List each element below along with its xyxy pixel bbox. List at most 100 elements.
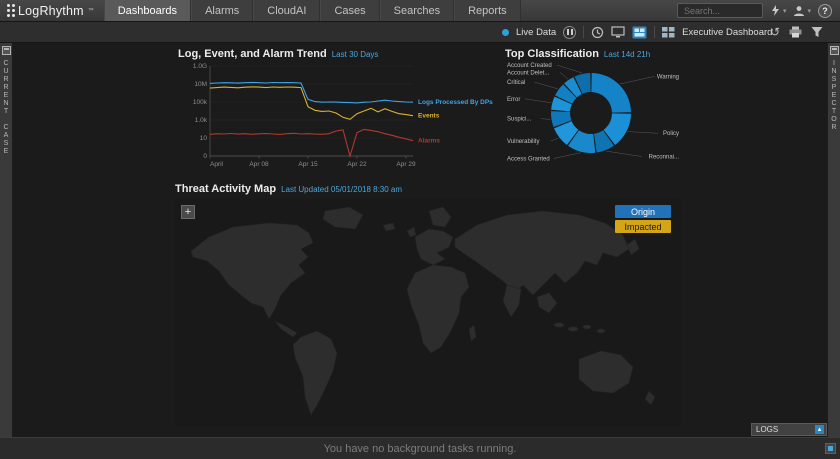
status-bar: You have no background tasks running.: [0, 437, 840, 459]
expand-logs-icon[interactable]: ▴: [815, 425, 824, 434]
presentation-mode-button[interactable]: [611, 26, 625, 38]
dashboard-grid-icon: [632, 26, 647, 39]
executive-dashboard-icon: [662, 27, 675, 38]
live-data-label: Live Data: [516, 27, 556, 38]
toolbar-separator: [583, 26, 584, 38]
current-case-label: CURRENT CASE: [3, 60, 10, 156]
classification-widget: Top Classification Last 14d 21h Account …: [505, 48, 681, 171]
chart-text: Warning: [657, 74, 679, 80]
map-legend: Origin Impacted: [615, 205, 671, 233]
threat-map-subtitle: Last Updated 05/01/2018 8:30 am: [281, 185, 402, 194]
island-indonesia: [568, 327, 578, 331]
classification-donut-svg: Account CreatedAccount Delet... Critical E…: [505, 60, 681, 166]
tab-dashboards[interactable]: Dashboards: [104, 0, 191, 21]
help-button[interactable]: ?: [818, 4, 832, 18]
classification-title: Top Classification: [505, 48, 599, 60]
island-new-zealand: [645, 391, 655, 405]
tab-searches[interactable]: Searches: [380, 0, 454, 21]
chart-text: Logs Processed By DPs: [418, 99, 493, 106]
quick-actions-menu[interactable]: ▾: [770, 5, 787, 16]
dashboard-view-button[interactable]: [632, 26, 647, 39]
chart-text: Account Created: [507, 63, 552, 69]
chart-text: 1.0k: [195, 117, 208, 124]
chevron-down-icon: ▾: [783, 7, 787, 15]
island-greenland: [323, 207, 363, 229]
tab-cloudai[interactable]: CloudAI: [253, 0, 320, 21]
logo-trademark: ™: [88, 8, 94, 14]
background-tasks-message: You have no background tasks running.: [324, 443, 517, 455]
dashboard-toolbar: Live Data: [0, 22, 840, 43]
chart-text: Apr 29: [396, 161, 416, 168]
continent-north-america: [191, 223, 313, 319]
user-menu[interactable]: ▾: [793, 5, 811, 17]
chart-text: Suspici...: [507, 117, 532, 123]
chart-text: Access Granted: [507, 156, 550, 162]
island-japan: [627, 239, 639, 255]
time-range-button[interactable]: [591, 26, 604, 39]
label-leader-line: [541, 119, 551, 120]
chart-text: Critical: [507, 80, 525, 86]
region-southeast-asia: [537, 293, 557, 313]
inspector-panel-tab[interactable]: INSPECTOR: [827, 43, 840, 437]
chart-text: Account Delet...: [507, 70, 550, 76]
legend-origin-button[interactable]: Origin: [615, 205, 671, 218]
search-box[interactable]: [677, 3, 763, 18]
chart-text: Apr 15: [298, 161, 318, 168]
series-line-logs-processed-by-dps: [210, 82, 413, 103]
chart-text: 100k: [193, 99, 208, 106]
logo-text: LogRhythm: [18, 4, 84, 18]
continent-australia: [579, 351, 633, 393]
label-leader-line: [535, 82, 558, 89]
map-zoom-in-button[interactable]: +: [181, 205, 195, 219]
print-button[interactable]: [789, 26, 802, 38]
label-leader-line: [525, 99, 551, 103]
label-leader-line: [620, 76, 655, 84]
island-iceland: [383, 223, 395, 231]
region-scandinavia: [429, 207, 451, 227]
search-input[interactable]: [682, 5, 758, 17]
logs-label: LOGS: [756, 425, 778, 434]
clock-icon: [591, 26, 604, 39]
main-tabs: DashboardsAlarmsCloudAICasesSearchesRepo…: [104, 0, 521, 21]
monitor-icon: [611, 26, 625, 38]
pause-button[interactable]: [563, 26, 576, 39]
label-leader-line: [628, 132, 658, 134]
grid-icon: [662, 27, 675, 38]
filter-button[interactable]: [811, 26, 823, 38]
region-central-america: [275, 321, 297, 337]
logrhythm-logo: LogRhythm ™: [0, 0, 104, 21]
chart-text: 1.0G: [193, 63, 207, 70]
printer-icon: [789, 26, 802, 38]
threat-map-title: Threat Activity Map: [175, 183, 276, 195]
continent-europe: [415, 229, 453, 265]
tab-reports[interactable]: Reports: [454, 0, 521, 21]
dashboard-content: Log, Event, and Alarm Trend Last 30 Days…: [13, 43, 827, 437]
case-folder-icon: [2, 46, 11, 55]
user-icon: [793, 5, 805, 17]
tab-alarms[interactable]: Alarms: [191, 0, 253, 21]
series-line-events: [210, 87, 413, 119]
toolbar-separator: [654, 26, 655, 38]
tab-cases[interactable]: Cases: [320, 0, 379, 21]
donut-slice-warning[interactable]: [591, 73, 631, 113]
label-leader-line: [557, 65, 582, 73]
refresh-undo-button[interactable]: ↺: [770, 26, 780, 38]
dashboard-name-label[interactable]: Executive Dashboard: [682, 27, 772, 38]
world-map-svg: [175, 199, 681, 427]
chart-text: Error: [507, 97, 520, 103]
chart-text: Events: [418, 113, 440, 120]
current-case-panel-tab[interactable]: CURRENT CASE: [0, 43, 13, 437]
legend-impacted-button[interactable]: Impacted: [615, 220, 671, 233]
chart-text: 10M: [194, 81, 207, 88]
live-data-indicator-icon: [502, 29, 509, 36]
logs-drawer-toggle[interactable]: LOGS ▴: [751, 423, 827, 436]
chart-text: Vulnerability: [507, 139, 539, 145]
trend-chart-svg: 1.0G10M100k1.0k100AprilApr 08Apr 15Apr 2…: [178, 60, 496, 172]
topnav-right-group: ▾ ▾ ?: [677, 0, 840, 21]
chart-text: April: [210, 161, 224, 168]
series-line-alarms: [210, 129, 413, 156]
continent-africa: [407, 265, 469, 353]
dock-panel-icon[interactable]: [825, 443, 836, 454]
world-map-canvas[interactable]: + Origin Impacted: [175, 199, 681, 427]
region-india: [503, 285, 521, 317]
